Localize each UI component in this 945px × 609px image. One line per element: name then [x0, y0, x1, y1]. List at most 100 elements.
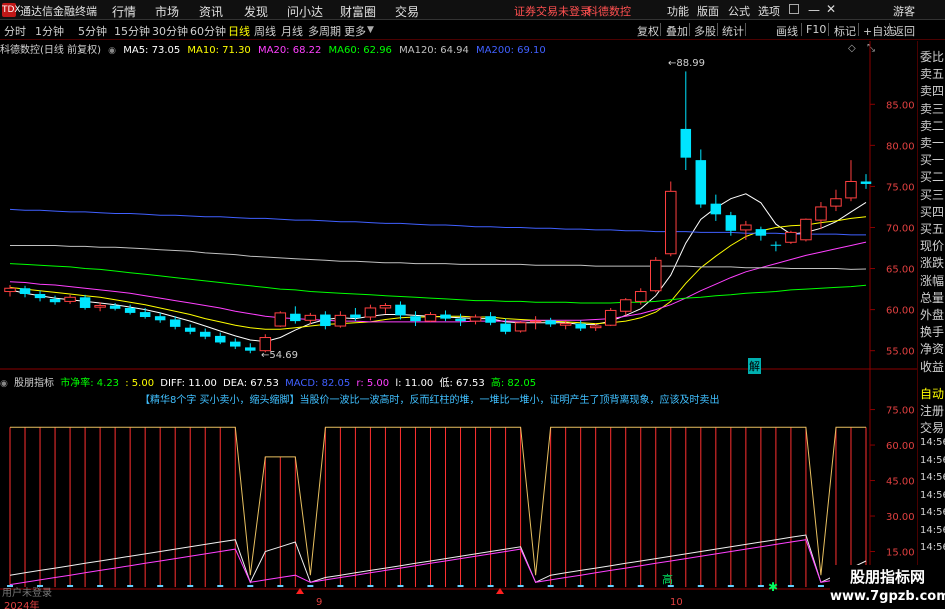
period-more[interactable]: 更多	[344, 23, 366, 39]
chevron-down-icon[interactable]: ▼	[367, 25, 374, 35]
jingshuai-value: 市净率: 4.23	[60, 378, 120, 389]
trade-time-label: 14:56	[920, 524, 945, 536]
candle-body-up	[619, 299, 632, 312]
candle-body-up	[334, 314, 347, 327]
price-axis-label: 75.00	[886, 182, 915, 193]
candle-body-down	[725, 215, 737, 231]
menu-gongshi[interactable]: 公式	[728, 3, 750, 19]
quote-field-label: 净资	[920, 342, 945, 357]
tool-biaoji[interactable]: 标记	[834, 23, 856, 39]
r-value: r: 5.00	[356, 378, 390, 389]
tool-diejia[interactable]: 叠加	[666, 23, 688, 39]
side-option-label[interactable]: 注册	[920, 402, 944, 419]
side-option-label[interactable]: 自动	[920, 385, 944, 402]
candle-body-down	[410, 316, 421, 322]
quote-field-label: 卖三	[920, 101, 945, 116]
tool-duogu[interactable]: 多股	[694, 23, 716, 39]
tool-fuquan[interactable]: 复权	[637, 23, 659, 39]
candle-body-up	[589, 325, 602, 329]
macd-value: MACD: 82.05	[285, 378, 351, 389]
menu-caifuquan[interactable]: 财富圈	[340, 3, 376, 20]
menu-zixun[interactable]: 资讯	[199, 3, 223, 20]
side-option-label[interactable]: 交易	[920, 419, 944, 436]
l-value: l: 11.00	[395, 378, 434, 389]
period-multi[interactable]: 多周期	[308, 23, 341, 39]
price-axis-label: 60.00	[886, 306, 915, 317]
period-weekly[interactable]: 周线	[254, 23, 276, 39]
restore-icon[interactable]	[789, 4, 799, 14]
period-1min[interactable]: 1分钟	[35, 23, 64, 39]
high-value: 高: 82.05	[490, 378, 537, 389]
candle-body-down	[169, 319, 181, 327]
menu-xuanxiang[interactable]: 选项	[758, 3, 780, 19]
candle-body-up	[785, 231, 797, 243]
toolbar-divider	[858, 23, 859, 36]
menu-shichang[interactable]: 市场	[155, 3, 179, 20]
candle-body-up	[424, 314, 437, 322]
candle-body-down	[770, 244, 782, 246]
candle-body-down	[230, 341, 241, 347]
quote-field-label: 买五	[920, 222, 945, 236]
candle-body-down	[860, 181, 872, 184]
period-5min[interactable]: 5分钟	[78, 23, 107, 39]
quote-field-label: 换手	[920, 325, 945, 340]
xaxis-label-sep: 9	[316, 597, 323, 608]
top-menu-bar: TDX 通达信金融终端 行情 市场 资讯 发现 问小达 财富圈 交易 证券交易未…	[0, 0, 945, 20]
indicator-axis-label: 30.00	[886, 512, 915, 523]
period-monthly[interactable]: 月线	[281, 23, 303, 39]
minimize-icon[interactable]: —	[808, 3, 820, 17]
app-title: 通达信金融终端	[20, 5, 97, 18]
candle-body-up	[514, 322, 527, 332]
candle-body-up	[740, 224, 752, 231]
candle-body-up	[845, 180, 857, 199]
indicator-axis-label: 15.00	[886, 548, 915, 559]
candle-body-down	[500, 323, 511, 332]
toolbar-divider	[660, 23, 661, 36]
menu-banmian[interactable]: 版面	[697, 3, 719, 19]
period-toolbar: 分时 1分钟 5分钟 15分钟 30分钟 60分钟 日线 周线 月线 多周期 更…	[0, 20, 945, 40]
indicator-header: ◉ 股朋指标 市净率: 4.23 : 5.00 DIFF: 11.00 DEA:…	[0, 374, 539, 389]
period-15min[interactable]: 15分钟	[114, 23, 150, 39]
period-fenshi[interactable]: 分时	[4, 23, 26, 39]
price-axis-label: 70.00	[886, 223, 915, 234]
close-icon[interactable]: ✕	[826, 2, 836, 16]
menu-faxian[interactable]: 发现	[244, 3, 268, 20]
candle-body-down	[214, 335, 226, 343]
menu-hangqing[interactable]: 行情	[112, 3, 136, 20]
candle-body-down	[545, 320, 556, 325]
candle-body-down	[350, 314, 361, 318]
period-30min[interactable]: 30分钟	[152, 23, 188, 39]
period-60min[interactable]: 60分钟	[190, 23, 226, 39]
quote-field-label: 总量	[920, 290, 945, 305]
candle-body-up	[800, 218, 812, 241]
watermark-url: www.7gpzb.com	[830, 589, 945, 604]
menu-gongneng[interactable]: 功能	[667, 3, 689, 19]
jie-marker[interactable]: 解	[748, 358, 761, 374]
star-marker-icon: ✱	[768, 580, 779, 594]
period-daily[interactable]: 日线	[228, 23, 250, 39]
indicator-yellow-line	[10, 426, 866, 576]
candle-body-down	[680, 128, 692, 158]
tool-tongji[interactable]: 统计	[722, 23, 744, 39]
ma60-line	[9, 263, 867, 304]
trade-time-label: 14:56	[920, 489, 945, 501]
candle-body-down	[19, 288, 31, 295]
login-warning[interactable]: 证券交易未登录	[514, 3, 591, 19]
guest-button[interactable]: 游客	[893, 3, 915, 19]
tool-fanhui[interactable]: 返回	[893, 23, 915, 39]
tool-f10[interactable]: F10	[806, 23, 826, 36]
settings-dot-icon[interactable]: ◉	[0, 379, 8, 389]
menu-wenxiaoda[interactable]: 问小达	[287, 3, 323, 20]
tool-huaxian[interactable]: 画线	[776, 23, 798, 39]
kline-chart[interactable]: 85.00 80.00 75.00 70.00 65.00 60.00 55.00 75.00…	[0, 41, 917, 609]
candle-body-down	[755, 229, 767, 236]
candle-body-up	[259, 337, 272, 352]
toolbar-divider	[689, 23, 690, 36]
menu-jiaoyi[interactable]: 交易	[395, 3, 419, 20]
diff-value: DIFF: 11.00	[160, 378, 217, 389]
candle-body-down	[184, 327, 196, 332]
ma120-line	[10, 245, 867, 270]
candle-body-down	[320, 314, 331, 327]
low-value: 低: 67.53	[439, 378, 485, 389]
indicator-note: 【精华8个字 买小卖小，缩头缩脚】当股价一波比一波高时，反而红柱的堆，一堆比一堆…	[140, 395, 720, 406]
